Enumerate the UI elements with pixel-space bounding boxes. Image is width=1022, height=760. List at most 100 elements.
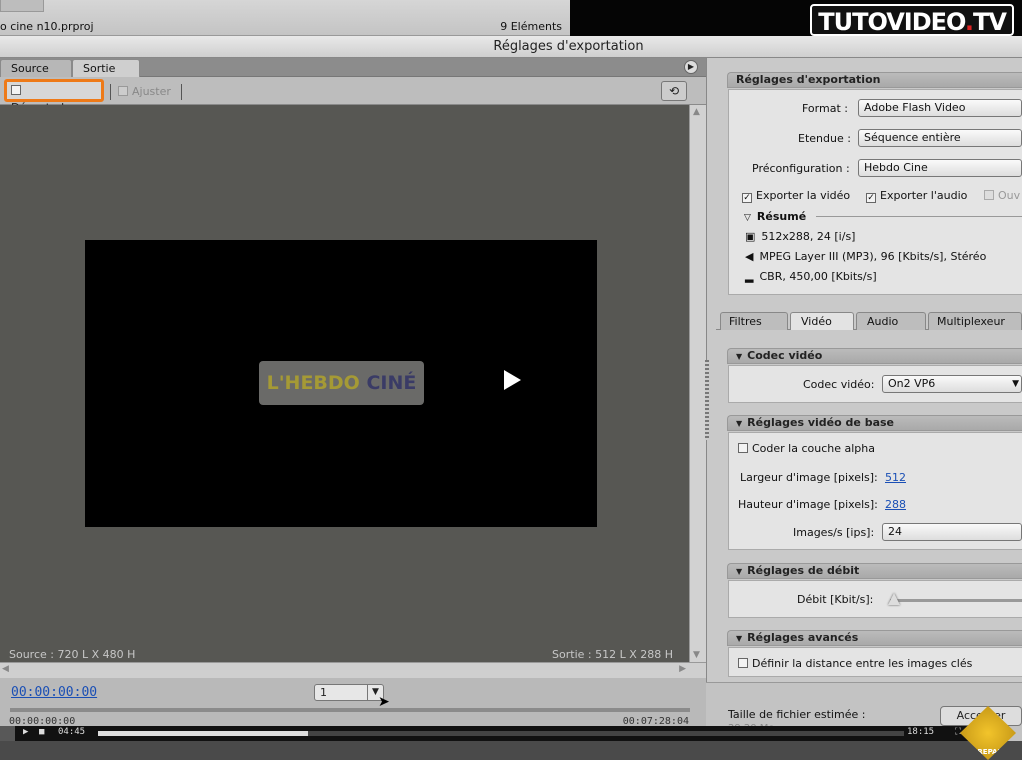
chevron-down-icon: ▼ — [1012, 379, 1019, 389]
tab-multiplexeur[interactable]: Multiplexeur — [928, 312, 1022, 330]
summary-bitrate: ▂ CBR, 450,00 [Kbits/s] — [745, 270, 877, 283]
summary-audio: ◀ MPEG Layer III (MP3), 96 [Kbits/s], Sté… — [745, 250, 986, 263]
crop-tool-icon[interactable]: ⟲ — [661, 81, 687, 101]
export-video-label: Exporter la vidéo — [756, 189, 851, 202]
zoom-select[interactable]: 1 ▼ — [314, 684, 384, 701]
triangle-down-icon: ▼ — [736, 567, 743, 576]
checkbox-icon — [118, 86, 128, 96]
film-icon: ▣ — [745, 230, 756, 243]
scroll-left-icon[interactable]: ◀ — [2, 664, 9, 674]
preset-dropdown[interactable]: Hebdo Cine — [858, 159, 1022, 177]
triangle-down-icon: ▽ — [744, 213, 751, 223]
project-panel-strip: o cine n10.prproj 9 Eléments — [0, 0, 570, 36]
preview-vertical-scrollbar[interactable]: ▲ ▼ — [689, 105, 706, 662]
preview-horizontal-scrollbar[interactable]: ◀ ▶ — [0, 662, 706, 678]
section-title: Réglages vidéo de base — [747, 416, 894, 429]
project-filename: o cine n10.prproj — [0, 20, 94, 33]
logo-text-2: CINÉ — [359, 372, 417, 394]
player-progress-fill — [98, 731, 308, 736]
triangle-down-icon: ▼ — [736, 352, 743, 361]
export-video-checkbox[interactable]: ✓ Exporter la vidéo — [742, 189, 850, 203]
advanced-header[interactable]: ▼ Réglages avancés — [727, 630, 1022, 646]
keyframe-label: Définir la distance entre les images clé… — [752, 657, 973, 670]
alpha-checkbox[interactable]: Coder la couche alpha — [738, 442, 875, 455]
export-settings-header: Réglages d'exportation — [727, 72, 1022, 88]
adjust-label: Ajuster — [132, 85, 171, 98]
summary-text: 512x288, 24 [i/s] — [761, 230, 856, 243]
bitrate-label: Débit [Kbit/s]: — [797, 593, 874, 606]
export-audio-checkbox[interactable]: ✓ Exporter l'audio — [866, 189, 967, 203]
codec-label: Codec vidéo: — [803, 378, 875, 391]
logo-suffix: TV — [973, 8, 1007, 36]
open-checkbox[interactable]: Ouv — [984, 189, 1020, 202]
bitrate-slider-track[interactable] — [890, 599, 1022, 602]
keyframe-checkbox[interactable]: Définir la distance entre les images clé… — [738, 657, 972, 670]
triangle-down-icon: ▼ — [736, 419, 743, 428]
summary-text: MPEG Layer III (MP3), 96 [Kbits/s], Stér… — [759, 250, 987, 263]
file-size-label: Taille de fichier estimée : — [728, 708, 866, 721]
source-dimensions: Source : 720 L X 480 H — [9, 648, 136, 661]
width-value[interactable]: 512 — [885, 471, 906, 484]
timeline-strip — [0, 741, 1022, 760]
logo-main: TUTOVIDEO — [818, 8, 966, 36]
hebdo-cine-logo: L'HEBDO CINÉ — [259, 361, 424, 405]
graph-icon: ▂ — [745, 270, 754, 283]
source-output-tabs: Source Sortie ▶ — [0, 58, 706, 77]
checkbox-icon — [738, 443, 748, 453]
section-title: Réglages avancés — [747, 631, 859, 644]
fullscreen-icon[interactable]: ⛶ — [955, 727, 961, 737]
toolbar-divider — [181, 84, 182, 100]
panel-menu-icon[interactable]: ▶ — [684, 60, 698, 74]
play-icon[interactable] — [504, 370, 521, 390]
basic-video-header[interactable]: ▼ Réglages vidéo de base — [727, 415, 1022, 431]
alpha-label: Coder la couche alpha — [752, 442, 875, 455]
output-dimensions: Sortie : 512 L X 288 H — [552, 648, 673, 661]
project-scrollbar[interactable] — [0, 0, 44, 12]
deinterlace-checkbox[interactable]: Désentrelacer — [4, 79, 104, 114]
tab-source[interactable]: Source — [0, 59, 72, 77]
bitrate-header[interactable]: ▼ Réglages de débit — [727, 563, 1022, 579]
tab-audio[interactable]: Audio — [856, 312, 926, 330]
format-label: Format : — [802, 102, 848, 115]
window-title: Réglages d'exportation — [0, 36, 1022, 58]
logo-text-1: L'HEBDO — [266, 372, 360, 394]
check-icon: ✓ — [742, 193, 752, 203]
zoom-value: 1 — [320, 686, 327, 699]
tab-filtres[interactable]: Filtres — [720, 312, 788, 330]
check-icon: ✓ — [866, 193, 876, 203]
tab-video[interactable]: Vidéo — [790, 312, 854, 330]
section-title: Réglages de débit — [747, 564, 860, 577]
preset-label: Préconfiguration : — [752, 162, 850, 175]
scroll-right-icon[interactable]: ▶ — [679, 664, 686, 674]
codec-dropdown[interactable]: On2 VP6 ▼ — [882, 375, 1022, 393]
summary-text: CBR, 450,00 [Kbits/s] — [759, 270, 877, 283]
format-dropdown[interactable]: Adobe Flash Video — [858, 99, 1022, 117]
timeline-track[interactable] — [10, 708, 690, 712]
scroll-down-icon[interactable]: ▼ — [693, 650, 700, 660]
toolbar-divider — [110, 84, 111, 100]
fps-dropdown[interactable]: 24 — [882, 523, 1022, 541]
section-title: Réglages d'exportation — [736, 73, 881, 86]
range-label: Etendue : — [798, 132, 851, 145]
tab-sortie[interactable]: Sortie — [72, 59, 140, 77]
summary-video: ▣ 512x288, 24 [i/s] — [745, 230, 855, 243]
speaker-icon: ◀ — [745, 250, 754, 263]
panel-splitter[interactable] — [705, 360, 709, 440]
triangle-down-icon: ▼ — [736, 634, 743, 643]
adjust-checkbox[interactable]: Ajuster — [118, 85, 171, 98]
range-dropdown[interactable]: Séquence entière — [858, 129, 1022, 147]
codec-header[interactable]: ▼ Codec vidéo — [727, 348, 1022, 364]
scroll-up-icon[interactable]: ▲ — [693, 107, 700, 117]
height-value[interactable]: 288 — [885, 498, 906, 511]
elapsed-time: 04:45 — [58, 727, 86, 737]
width-label: Largeur d'image [pixels]: — [740, 471, 878, 484]
checkbox-icon — [984, 190, 994, 200]
current-timecode[interactable]: 00:00:00:00 — [11, 685, 97, 700]
total-time: 18:15 — [907, 727, 935, 737]
summary-toggle[interactable]: ▽ Résumé — [744, 210, 806, 223]
stop-icon[interactable]: ■ — [39, 727, 44, 737]
bitrate-slider-knob[interactable] — [888, 593, 900, 605]
play-icon[interactable]: ▶ — [23, 727, 28, 737]
open-label: Ouv — [998, 189, 1021, 202]
fps-label: Images/s [ips]: — [793, 526, 875, 539]
